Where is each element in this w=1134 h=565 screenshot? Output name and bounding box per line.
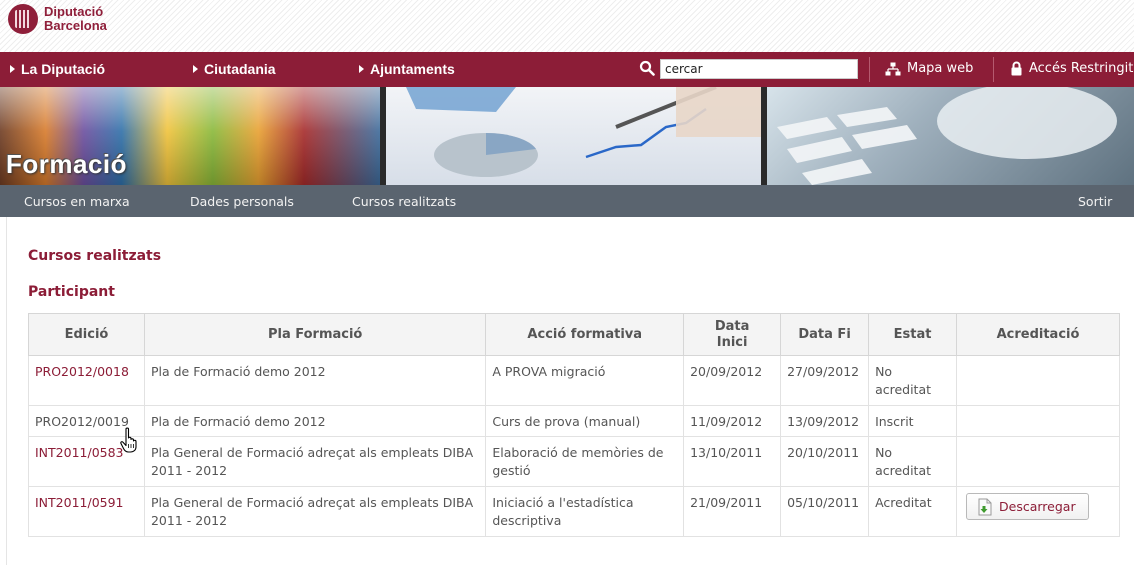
cell-pla-formacio: Pla General de Formació adreçat als empl… bbox=[143, 486, 487, 537]
nav-item-label: Ciutadania bbox=[204, 61, 276, 77]
table-header-row: Edició Pla Formació Acció formativa Data… bbox=[28, 313, 1120, 356]
download-button[interactable]: Descarregar bbox=[966, 493, 1089, 520]
cell-accio-formativa: Elaboració de memòries de gestió bbox=[485, 436, 685, 487]
subnav-dades-personals[interactable]: Dades personals bbox=[190, 194, 294, 209]
brand-name-line1: Diputació bbox=[44, 4, 104, 19]
column-header-data-fi[interactable]: Data Fi bbox=[780, 313, 870, 356]
column-header-edicio[interactable]: Edició bbox=[28, 313, 145, 356]
cell-data-fi: 27/09/2012 bbox=[780, 355, 870, 406]
cell-acreditacio bbox=[956, 355, 1120, 406]
column-header-accio-formativa[interactable]: Acció formativa bbox=[485, 313, 685, 356]
download-document-icon bbox=[978, 498, 992, 515]
triangle-right-icon bbox=[193, 65, 198, 73]
search-icon[interactable] bbox=[639, 60, 655, 76]
cell-data-inici: 11/09/2012 bbox=[683, 405, 782, 437]
top-header: Diputació Barcelona bbox=[0, 0, 1134, 52]
brand-name-line2: Barcelona bbox=[44, 18, 107, 33]
hand-cursor-icon bbox=[120, 427, 137, 453]
table-row: INT2011/0591 Pla General de Formació adr… bbox=[28, 486, 1120, 537]
nav-divider bbox=[993, 57, 994, 82]
triangle-right-icon bbox=[359, 65, 364, 73]
edition-link[interactable]: INT2011/0591 bbox=[28, 486, 145, 537]
nav-item-la-diputacio[interactable]: La Diputació bbox=[10, 61, 105, 77]
main-navigation: La Diputació Ciutadania Ajuntaments Mapa… bbox=[0, 52, 1134, 87]
cell-acreditacio bbox=[956, 405, 1120, 437]
logout-link[interactable]: Sortir bbox=[1078, 194, 1112, 209]
nav-item-label: Ajuntaments bbox=[370, 61, 455, 77]
cell-accio-formativa: A PROVA migració bbox=[485, 355, 685, 406]
column-header-pla-formacio[interactable]: Pla Formació bbox=[143, 313, 487, 356]
nav-item-ajuntaments[interactable]: Ajuntaments bbox=[359, 61, 455, 77]
sub-navigation: Cursos en marxa Dades personals Cursos r… bbox=[0, 185, 1134, 217]
cell-estat: Acreditat bbox=[868, 486, 958, 537]
cell-data-fi: 20/10/2011 bbox=[780, 436, 870, 487]
chart-illustration bbox=[406, 87, 761, 177]
cell-estat: Inscrit bbox=[868, 405, 958, 437]
cell-accio-formativa: Iniciació a l'estadística descriptiva bbox=[485, 486, 685, 537]
cell-data-fi: 13/09/2012 bbox=[780, 405, 870, 437]
search-input[interactable] bbox=[660, 59, 858, 79]
brand-name: Diputació Barcelona bbox=[44, 5, 107, 33]
nav-divider bbox=[869, 57, 870, 82]
cell-data-fi: 05/10/2011 bbox=[780, 486, 870, 537]
nav-item-ciutadania[interactable]: Ciutadania bbox=[193, 61, 276, 77]
cell-acreditacio bbox=[956, 436, 1120, 487]
keyboard-illustration bbox=[777, 87, 1117, 185]
cell-estat: No acreditat bbox=[868, 436, 958, 487]
lock-icon bbox=[1011, 61, 1022, 76]
column-header-data-inici[interactable]: Data Inici bbox=[683, 313, 782, 356]
column-header-estat[interactable]: Estat bbox=[868, 313, 958, 356]
edition-link[interactable]: PRO2012/0018 bbox=[28, 355, 145, 406]
cell-acreditacio: Descarregar bbox=[956, 486, 1120, 537]
sitemap-icon bbox=[885, 62, 901, 75]
cell-data-inici: 13/10/2011 bbox=[683, 436, 782, 487]
triangle-right-icon bbox=[10, 65, 15, 73]
seal-icon bbox=[8, 4, 38, 34]
banner-title: Formació bbox=[6, 149, 128, 179]
table-row: PRO2012/0018 Pla de Formació demo 2012 A… bbox=[28, 355, 1120, 406]
sitemap-link[interactable]: Mapa web bbox=[885, 61, 973, 76]
table-row: INT2011/0583 Pla General de Formació adr… bbox=[28, 436, 1120, 487]
section-title: Participant bbox=[28, 284, 115, 300]
nav-item-label: La Diputació bbox=[21, 61, 106, 77]
table-row: PRO2012/0019 Pla de Formació demo 2012 C… bbox=[28, 405, 1120, 437]
banner: Formació bbox=[0, 87, 1134, 185]
column-header-acreditacio[interactable]: Acreditació bbox=[956, 313, 1120, 356]
banner-image-charts bbox=[386, 87, 761, 185]
cell-pla-formacio: Pla General de Formació adreçat als empl… bbox=[143, 436, 487, 487]
courses-table: Edició Pla Formació Acció formativa Data… bbox=[28, 313, 1120, 537]
cell-data-inici: 20/09/2012 bbox=[683, 355, 782, 406]
page-title: Cursos realitzats bbox=[28, 248, 162, 264]
cell-estat: No acreditat bbox=[868, 355, 958, 406]
cell-pla-formacio: Pla de Formació demo 2012 bbox=[143, 405, 487, 437]
restricted-access-label: Accés Restringit bbox=[1029, 61, 1134, 76]
subnav-cursos-en-marxa[interactable]: Cursos en marxa bbox=[24, 194, 130, 209]
sitemap-label: Mapa web bbox=[907, 61, 974, 76]
subnav-cursos-realitzats[interactable]: Cursos realitzats bbox=[352, 194, 456, 209]
download-button-label: Descarregar bbox=[999, 498, 1076, 514]
cell-pla-formacio: Pla de Formació demo 2012 bbox=[143, 355, 487, 406]
restricted-access-link[interactable]: Accés Restringit bbox=[1010, 61, 1133, 76]
cell-accio-formativa: Curs de prova (manual) bbox=[485, 405, 685, 437]
banner-image-keyboard bbox=[767, 87, 1134, 185]
diputacio-logo[interactable]: Diputació Barcelona bbox=[8, 4, 107, 34]
cell-data-inici: 21/09/2011 bbox=[683, 486, 782, 537]
